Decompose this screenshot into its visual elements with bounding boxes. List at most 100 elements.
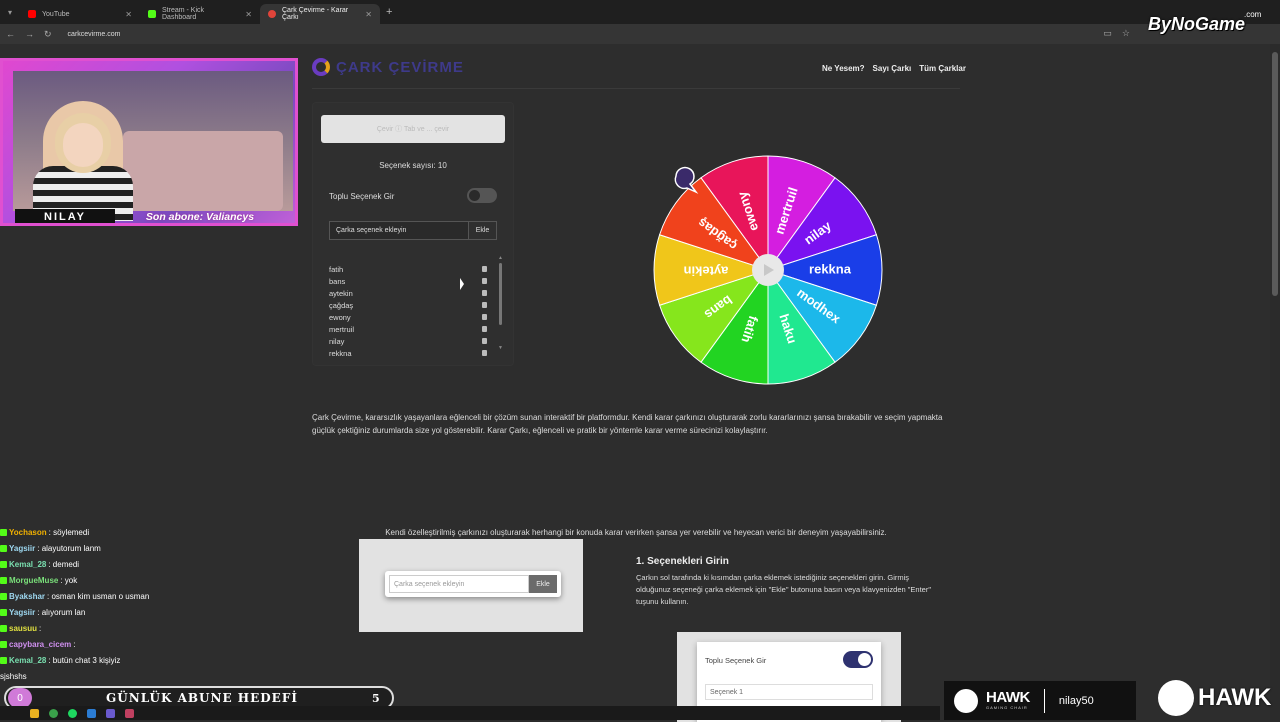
add-option-input[interactable]: Çarka seçenek ekleyin [329, 221, 469, 240]
tab-kick-dashboard[interactable]: Stream - Kick Dashboard ✕ [140, 4, 260, 24]
chat-username[interactable]: Yagsiir [9, 608, 35, 617]
chat-message: sjshshs [0, 668, 300, 684]
options-panel: Çevir ⓘ Tab ve ... çevir Seçenek sayısı:… [312, 102, 514, 366]
taskbar [0, 706, 940, 720]
spin-wheel[interactable]: ewony mertruil nilayrekknamodhexhakufatihb… [652, 154, 884, 386]
chat-text: : [39, 623, 42, 633]
logo-icon [312, 58, 330, 76]
demo-add-option-image: Çarka seçenek ekleyin Ekle [359, 539, 583, 632]
chat-username[interactable]: Byakshar [9, 592, 45, 601]
site-nav: Ne Yesem? Sayı Çarkı Tüm Çarklar [822, 64, 966, 73]
nav-link-tum-carklar[interactable]: Tüm Çarklar [919, 64, 966, 73]
chat-message: sausuu : [0, 620, 300, 636]
list-item: fatih [329, 263, 489, 275]
nav-link-sayi-carki[interactable]: Sayı Çarkı [873, 64, 912, 73]
chat-username[interactable]: MorgueMuse [9, 576, 58, 585]
chrome-icon[interactable] [49, 708, 58, 718]
chat-overlay: Yochason : söylemedi Yagsiir : alayutorum… [0, 524, 300, 684]
sponsor-brand: HAWK [986, 689, 1030, 706]
kick-badge-icon [0, 528, 7, 536]
demo-option-field: Seçenek 1 [705, 684, 873, 700]
kick-icon [148, 10, 156, 18]
explorer-icon[interactable] [30, 708, 39, 718]
last-subscriber: Son abone: Valiancys [145, 211, 255, 223]
url-field[interactable]: carkcevirme.com [68, 31, 121, 38]
demo-bulk-label: Toplu Seçenek Gir [705, 656, 767, 665]
trash-icon[interactable] [482, 326, 487, 332]
scroll-down-icon[interactable]: ▼ [498, 345, 503, 351]
site-logo[interactable]: ÇARK ÇEVİRME [312, 58, 464, 76]
sponsor-banner: HAWK GAMING CHAIR nilay50 [944, 681, 1136, 720]
option-label: mertruil [329, 324, 355, 334]
chat-message: Yochason : söylemedi [0, 524, 300, 540]
app-icon[interactable] [125, 708, 134, 718]
trash-icon[interactable] [482, 302, 487, 308]
option-list-scrollbar[interactable] [499, 263, 502, 325]
tab-title: YouTube [42, 10, 70, 18]
trash-icon[interactable] [482, 314, 487, 320]
bulk-entry-toggle[interactable] [467, 188, 497, 203]
streamer-name: NILAY [15, 209, 115, 223]
app-icon[interactable] [106, 708, 115, 718]
kick-badge-icon [0, 576, 7, 584]
wheel-favicon-icon [268, 10, 276, 18]
list-item: ewony [329, 311, 489, 323]
chat-text: : alayutorum lanm [37, 543, 101, 553]
tab-youtube[interactable]: YouTube ✕ [20, 4, 140, 24]
chat-username[interactable]: sausuu [9, 624, 37, 633]
chat-text: : butün chat 3 kişiyiz [48, 655, 121, 665]
tab-menu-icon[interactable]: ▾ [0, 8, 20, 17]
option-label: çağdaş [329, 300, 354, 310]
bulk-entry-label: Toplu Seçenek Gir [329, 192, 395, 201]
hawk-logo-icon [954, 688, 978, 713]
trash-icon[interactable] [482, 290, 487, 296]
page-scrollbar[interactable] [1272, 52, 1278, 296]
back-icon[interactable]: ← [6, 29, 15, 39]
scroll-up-icon[interactable]: ▲ [498, 255, 503, 261]
section-subtitle: Kendi özelleştirilmiş çarkınızı oluştura… [385, 528, 887, 537]
chat-username[interactable]: Kemal_28 [9, 656, 46, 665]
kick-badge-icon [0, 656, 7, 664]
option-label: rekkna [329, 348, 352, 358]
spotify-icon[interactable] [68, 708, 77, 718]
chat-username[interactable]: Kemal_28 [9, 560, 46, 569]
close-icon[interactable]: ✕ [125, 10, 132, 19]
trash-icon[interactable] [482, 278, 487, 284]
chat-username[interactable]: capybara_cicem [9, 640, 71, 649]
hawk-logo-icon [1158, 680, 1194, 716]
chat-username[interactable]: Yochason [9, 528, 47, 537]
chat-message: Kemal_28 : butün chat 3 kişiyiz [0, 652, 300, 668]
address-actions: ▭ ☆ [1103, 28, 1130, 39]
tab-title: Stream - Kick Dashboard [162, 7, 205, 21]
close-icon[interactable]: ✕ [245, 10, 252, 19]
add-option-row: Çarka seçenek ekleyin Ekle [329, 221, 497, 240]
spin-button[interactable]: Çevir ⓘ Tab ve ... çevir [321, 115, 505, 143]
chat-username[interactable]: Yagsiir [9, 544, 35, 553]
new-tab-button[interactable]: + [386, 6, 392, 18]
bookmark-star-icon[interactable]: ☆ [1122, 28, 1130, 39]
close-icon[interactable]: ✕ [365, 10, 372, 19]
goal-title: GÜNLÜK ABUNE HEDEFİ [106, 691, 298, 705]
nav-link-ne-yesem[interactable]: Ne Yesem? [822, 64, 865, 73]
chat-text: : [73, 639, 76, 649]
list-item: rekkna [329, 347, 489, 359]
chat-message: Byakshar : osman kim usman o usman [0, 588, 300, 604]
app-icon[interactable] [87, 708, 96, 718]
option-label: nilay [329, 336, 345, 346]
chat-text: : alıyorum lan [37, 607, 86, 617]
cast-icon[interactable]: ▭ [1103, 28, 1112, 39]
forward-icon[interactable]: → [25, 29, 34, 39]
tab-cark-cevirme[interactable]: Çark Çevirme - Karar Çarkı ✕ [260, 4, 380, 24]
site-description: Çark Çevirme, kararsızlık yaşayanlara eğ… [312, 413, 943, 435]
kick-badge-icon [0, 624, 7, 632]
add-option-button[interactable]: Ekle [469, 221, 497, 240]
trash-icon[interactable] [482, 266, 487, 272]
tab-title: Çark Çevirme - Karar Çarkı [282, 7, 349, 21]
tab-bar: ▾ YouTube ✕ Stream - Kick Dashboard ✕ Ça… [0, 0, 1280, 24]
reload-icon[interactable]: ↻ [44, 29, 52, 40]
trash-icon[interactable] [482, 350, 487, 356]
trash-icon[interactable] [482, 338, 487, 344]
chat-message: Yagsiir : alıyorum lan [0, 604, 300, 620]
kick-badge-icon [0, 640, 7, 648]
wheel-pointer-icon [674, 166, 699, 194]
